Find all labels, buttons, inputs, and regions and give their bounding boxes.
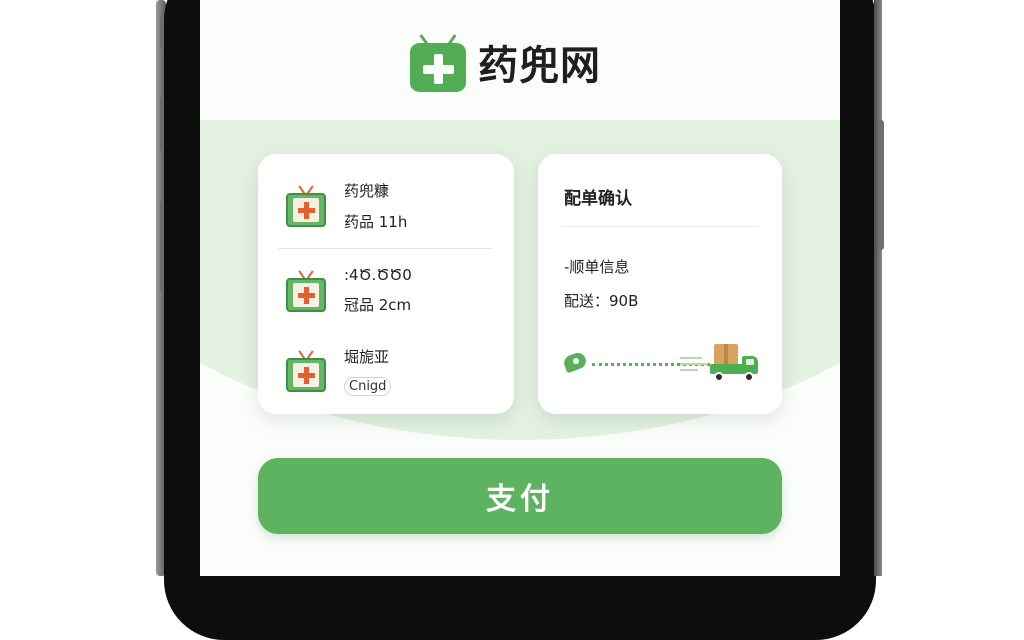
- speed-lines: [680, 354, 710, 374]
- medicine-detail: Cnigd: [344, 377, 392, 396]
- medicine-item[interactable]: :4Ծ.ԾԾ0 冠品 2cm: [286, 266, 412, 315]
- medicine-detail: 冠品 2cm: [344, 296, 412, 314]
- delivery-truck-icon: [710, 344, 760, 384]
- confirmation-divider: [562, 226, 758, 227]
- order-info-label: -顺单信息: [564, 258, 630, 276]
- medicine-name: 堀旎亚: [344, 348, 390, 366]
- shipping-info: 配送：90B: [564, 292, 639, 310]
- confirmation-title: 配单确认: [564, 189, 632, 209]
- medicine-item[interactable]: 药兜糠 药品 11h: [286, 180, 407, 232]
- medicine-box-icon: [286, 350, 326, 392]
- medical-tv-logo-icon: [410, 32, 466, 92]
- app-screen: 药兜网 药兜糠 药品 11h :4Ծ.ԾԾ0 冠品 2cm 堀旎亚 Cnigd …: [200, 0, 840, 576]
- medicine-detail: 药品 11h: [344, 213, 408, 231]
- order-confirmation-card: 配单确认 -顺单信息 配送：90B: [538, 154, 782, 414]
- phone-right-edge: [874, 0, 882, 576]
- delivery-route: [561, 344, 760, 384]
- medicine-box-icon: [286, 185, 326, 227]
- medicine-name: 药兜糠: [344, 182, 390, 200]
- medicine-list-card: 药兜糠 药品 11h :4Ծ.ԾԾ0 冠品 2cm 堀旎亚 Cnigd: [258, 154, 514, 414]
- phone-power-button: [878, 120, 884, 250]
- medicine-name: :4Ծ.ԾԾ0: [344, 266, 412, 284]
- brand-logo: 药兜网: [410, 32, 601, 92]
- medicine-box-icon: [286, 269, 326, 312]
- location-pin-dot: [573, 358, 579, 364]
- medicine-item[interactable]: 堀旎亚 Cnigd: [286, 346, 392, 396]
- list-divider: [278, 248, 492, 249]
- pay-button[interactable]: 支付: [258, 458, 782, 534]
- brand-title: 药兜网: [478, 43, 601, 89]
